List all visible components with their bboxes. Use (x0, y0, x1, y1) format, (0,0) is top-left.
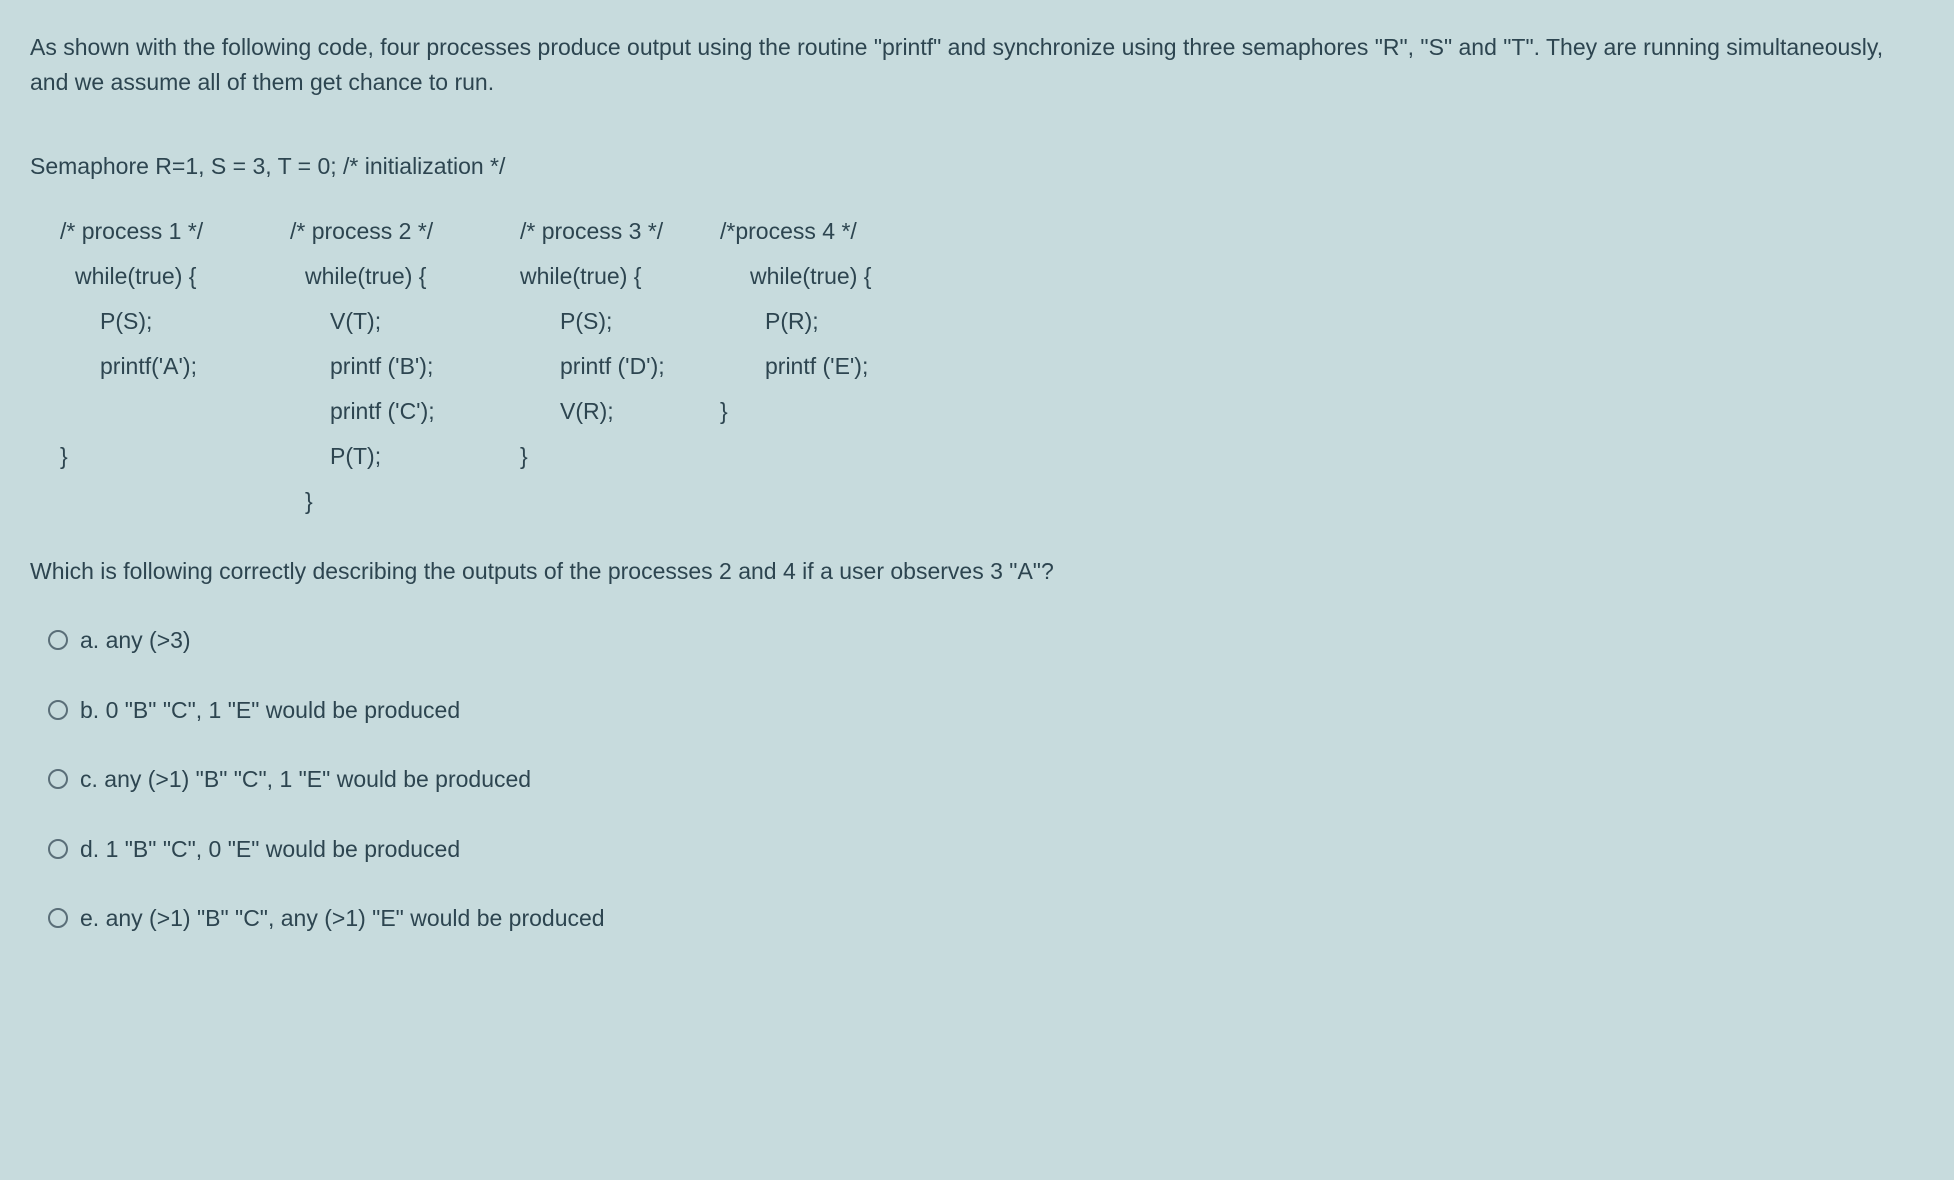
code-line: P(R); (720, 299, 920, 344)
options-list: a. any (>3) b. 0 "B" "C", 1 "E" would be… (30, 623, 1924, 936)
code-line: V(T); (260, 299, 460, 344)
process-4-header: /*process 4 */ (720, 209, 920, 254)
code-line: printf ('B'); (260, 344, 460, 389)
code-line (30, 479, 230, 524)
code-line (30, 389, 230, 434)
code-line: P(S); (490, 299, 690, 344)
code-line: while(true) { (260, 254, 460, 299)
code-line (720, 479, 920, 524)
radio-icon[interactable] (48, 700, 68, 720)
process-3-header: /* process 3 */ (490, 209, 690, 254)
process-2-column: /* process 2 */ while(true) { V(T); prin… (260, 209, 460, 524)
code-line: P(S); (30, 299, 230, 344)
code-line: printf ('D'); (490, 344, 690, 389)
code-line: } (490, 434, 690, 479)
question-text: Which is following correctly describing … (30, 554, 1924, 589)
code-line: while(true) { (490, 254, 690, 299)
process-2-header: /* process 2 */ (260, 209, 460, 254)
code-line: while(true) { (720, 254, 920, 299)
option-a[interactable]: a. any (>3) (48, 623, 1924, 658)
option-label: c. any (>1) "B" "C", 1 "E" would be prod… (80, 762, 531, 797)
option-c[interactable]: c. any (>1) "B" "C", 1 "E" would be prod… (48, 762, 1924, 797)
option-label: d. 1 "B" "C", 0 "E" would be produced (80, 832, 460, 867)
process-1-header: /* process 1 */ (30, 209, 230, 254)
option-b[interactable]: b. 0 "B" "C", 1 "E" would be produced (48, 693, 1924, 728)
code-line: while(true) { (30, 254, 230, 299)
code-line: } (30, 434, 230, 479)
process-4-column: /*process 4 */ while(true) { P(R); print… (720, 209, 920, 524)
process-3-column: /* process 3 */ while(true) { P(S); prin… (490, 209, 690, 524)
option-label: a. any (>3) (80, 623, 191, 658)
radio-icon[interactable] (48, 839, 68, 859)
radio-icon[interactable] (48, 630, 68, 650)
radio-icon[interactable] (48, 769, 68, 789)
code-line: V(R); (490, 389, 690, 434)
option-d[interactable]: d. 1 "B" "C", 0 "E" would be produced (48, 832, 1924, 867)
radio-icon[interactable] (48, 908, 68, 928)
code-table: /* process 1 */ while(true) { P(S); prin… (30, 209, 1924, 524)
question-intro: As shown with the following code, four p… (30, 30, 1924, 99)
code-line (490, 479, 690, 524)
option-label: e. any (>1) "B" "C", any (>1) "E" would … (80, 901, 605, 936)
code-line: printf ('E'); (720, 344, 920, 389)
code-line (720, 434, 920, 479)
option-e[interactable]: e. any (>1) "B" "C", any (>1) "E" would … (48, 901, 1924, 936)
code-line: P(T); (260, 434, 460, 479)
code-line: printf('A'); (30, 344, 230, 389)
semaphore-init: Semaphore R=1, S = 3, T = 0; /* initiali… (30, 149, 1924, 184)
process-1-column: /* process 1 */ while(true) { P(S); prin… (30, 209, 230, 524)
code-line: } (720, 389, 920, 434)
code-line: printf ('C'); (260, 389, 460, 434)
option-label: b. 0 "B" "C", 1 "E" would be produced (80, 693, 460, 728)
code-line: } (260, 479, 460, 524)
